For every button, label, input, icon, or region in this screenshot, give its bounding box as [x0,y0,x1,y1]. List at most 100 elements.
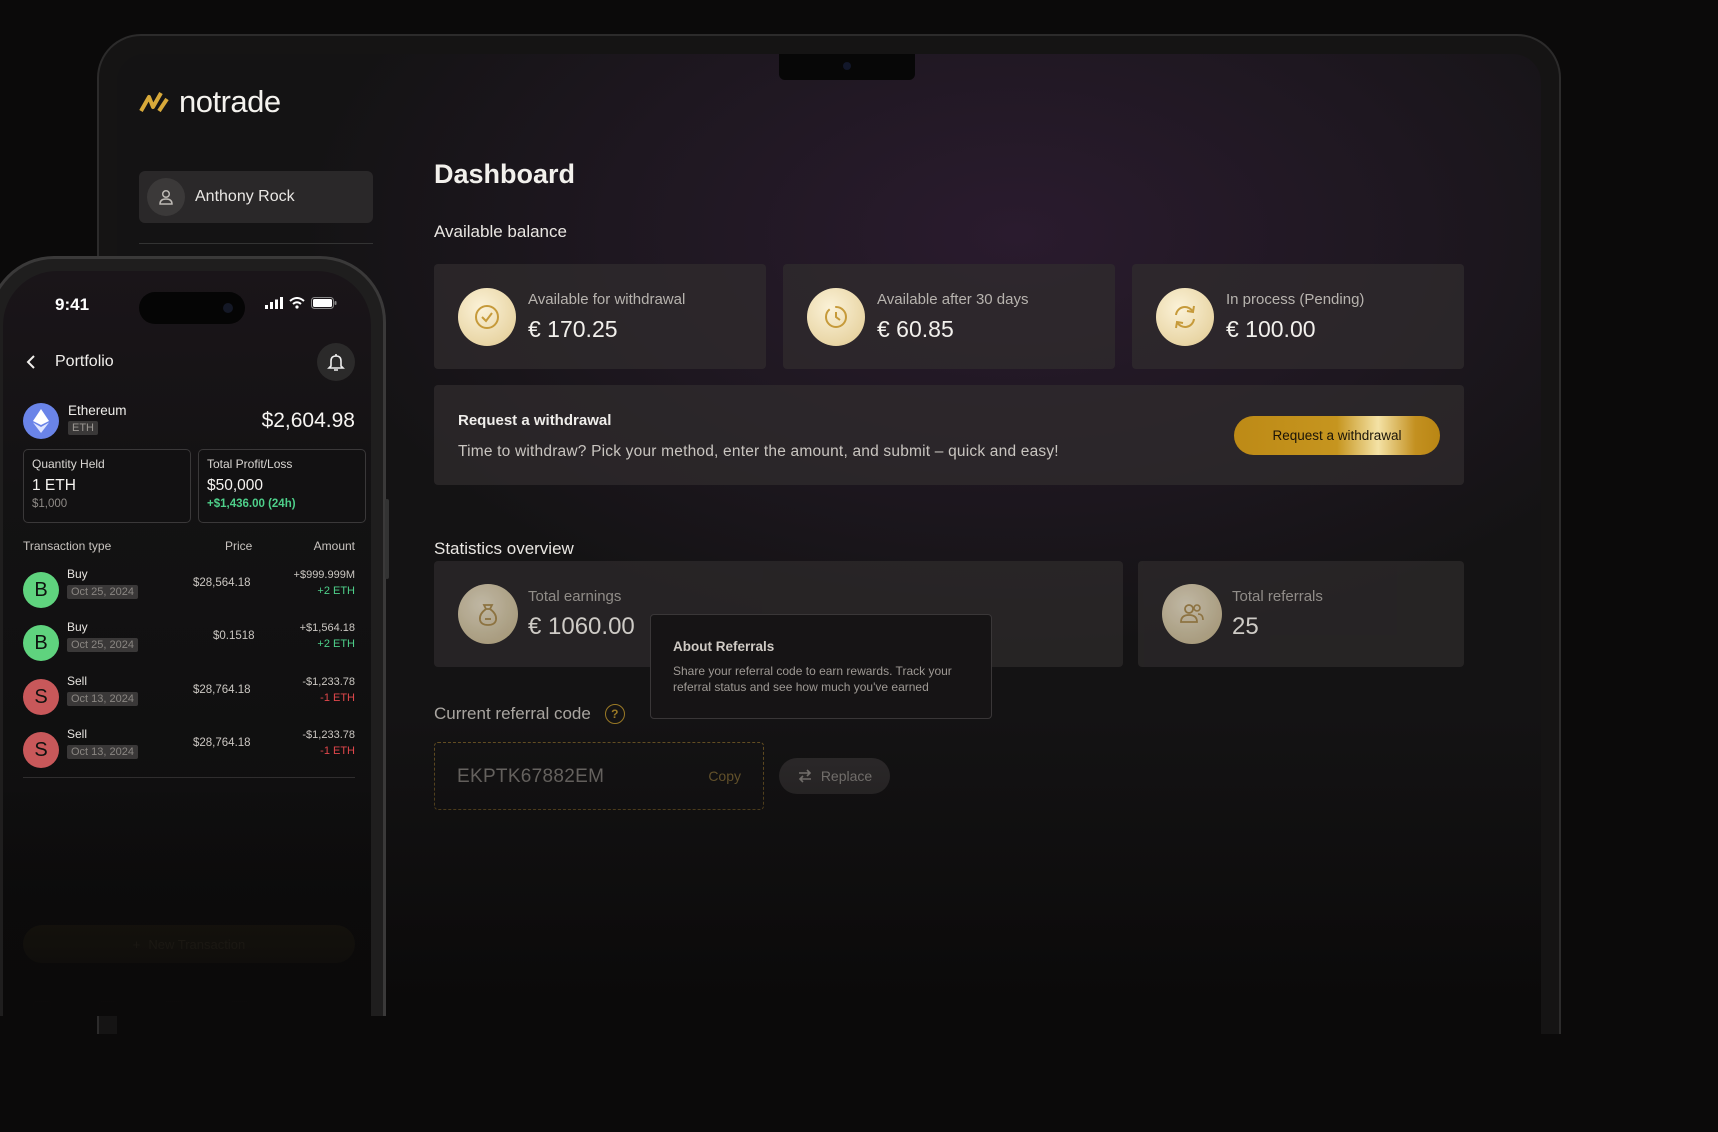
buy-avatar: B [23,572,59,608]
copy-button[interactable]: Copy [708,768,741,784]
referrals-tooltip: About Referrals Share your referral code… [650,614,992,719]
referral-label-text: Current referral code [434,704,591,723]
tab-profile-icon[interactable] [231,1001,249,1015]
tooltip-title: About Referrals [673,639,775,654]
brand-name: notrade [179,84,281,119]
referral-code-box: EKPTK67882EM Copy [434,742,764,810]
available-balance-title: Available balance [434,222,567,241]
stat-label: Total earnings [528,587,622,605]
tx-delta: +2 ETH [317,585,355,597]
statistics-title: Statistics overview [434,539,574,558]
tx-date: Oct 13, 2024 [67,745,138,759]
balance-value: € 60.85 [877,315,954,342]
replace-label: Replace [820,768,873,784]
back-icon[interactable] [25,353,37,371]
header-amount: Amount [313,539,355,553]
new-transaction-button[interactable]: + New Transaction [23,925,355,963]
quantity-label: Quantity Held [32,457,105,471]
replace-button[interactable]: Replace [779,758,890,794]
tx-amount: +$1,564.18 [299,622,355,634]
balance-card-withdrawal: Available for withdrawal € 170.25 [434,264,766,369]
camera-icon [843,62,851,70]
bottom-tab-bar [33,1001,341,1015]
dynamic-island [139,292,245,324]
tx-price: $28,764.18 [193,737,251,749]
asset-value: $2,604.98 [261,409,355,432]
balance-value: € 170.25 [528,315,618,342]
phone-header: Portfolio [3,343,371,383]
header-type: Transaction type [23,539,112,553]
swap-icon [798,769,811,783]
tx-delta: +2 ETH [317,638,355,650]
new-transaction-label: New Transaction [148,936,246,952]
tooltip-text: Share your referral code to earn rewards… [673,664,952,694]
tx-amount: +$999.999M [293,569,355,581]
signal-icon [265,297,283,309]
laptop-notch [779,54,915,80]
withdrawal-title: Request a withdrawal [458,412,612,429]
stat-value: 25 [1232,612,1259,640]
tx-price: $28,564.18 [193,577,251,589]
battery-icon [311,297,337,309]
request-withdrawal-button[interactable]: Request a withdrawal [1234,416,1440,455]
tab-chart-icon[interactable] [33,1001,51,1015]
tab-home-icon[interactable] [99,1001,117,1015]
phone-screen: 9:41 Portfolio Ethereum ETH $2,604.98 Qu… [3,271,371,1016]
phone-frame: 9:41 Portfolio Ethereum ETH $2,604.98 Qu… [0,256,389,1016]
balance-label: In process (Pending) [1226,290,1365,308]
tx-type: Sell [67,727,88,741]
phone-page-title: Portfolio [55,353,114,370]
stat-card-referrals: Total referrals 25 [1138,561,1464,667]
transaction-row[interactable]: B Buy Oct 25, 2024 $0.1518 +$1,564.18 +2… [23,620,355,666]
referral-code-label: Current referral code ? [434,704,625,724]
brand-logo[interactable]: notrade [139,84,281,120]
tx-date: Oct 25, 2024 [67,585,138,599]
sidebar-divider [139,243,373,244]
check-circle-icon [458,287,516,346]
user-profile-button[interactable]: Anthony Rock [139,171,373,223]
user-name: Anthony Rock [195,188,295,205]
bell-icon[interactable] [317,343,355,381]
balance-card-pending: In process (Pending) € 100.00 [1132,264,1464,369]
profit-loss-card: Total Profit/Loss $50,000 +$1,436.00 (24… [198,449,366,523]
plus-icon: + [132,936,141,952]
status-bar: 9:41 [3,292,371,324]
logo-mark-icon [139,92,169,113]
profit-label: Total Profit/Loss [207,457,293,471]
transactions-header: Transaction type Price Amount [23,539,355,555]
sell-avatar: S [23,732,59,768]
transaction-row[interactable]: B Buy Oct 25, 2024 $28,564.18 +$999.999M… [23,567,355,613]
list-divider [23,777,355,778]
balance-label: Available for withdrawal [528,290,686,308]
money-bag-icon [458,584,518,644]
stat-label: Total referrals [1232,587,1323,605]
profit-value: $50,000 [207,477,264,494]
tx-type: Sell [67,674,88,688]
sell-avatar: S [23,679,59,715]
withdrawal-description: Time to withdraw? Pick your method, ente… [458,443,1059,460]
tab-wallet-icon[interactable] [165,1001,183,1015]
transaction-row[interactable]: S Sell Oct 13, 2024 $28,764.18 -$1,233.7… [23,727,355,773]
quantity-held-card: Quantity Held 1 ETH $1,000 [23,449,191,523]
tx-type: Buy [67,620,88,634]
header-price: Price [225,539,253,553]
ethereum-icon [23,403,59,439]
tx-price: $28,764.18 [193,684,251,696]
balance-value: € 100.00 [1226,315,1316,342]
quantity-value: 1 ETH [32,477,76,494]
stat-value: € 1060.00 [528,612,635,640]
tx-delta: -1 ETH [320,692,355,704]
balance-card-30-days: Available after 30 days € 60.85 [783,264,1115,369]
tx-amount: -$1,233.78 [302,676,355,688]
transaction-row[interactable]: S Sell Oct 13, 2024 $28,764.18 -$1,233.7… [23,674,355,720]
tx-delta: -1 ETH [320,745,355,757]
profit-change: +$1,436.00 (24h) [207,498,296,510]
tx-amount: -$1,233.78 [302,729,355,741]
referral-code: EKPTK67882EM [457,766,605,787]
buy-avatar: B [23,625,59,661]
asset-symbol: ETH [68,421,98,435]
help-icon[interactable]: ? [604,704,625,724]
users-icon [1162,584,1222,644]
withdrawal-card: Request a withdrawal Time to withdraw? P… [434,385,1464,485]
asset-summary: Ethereum ETH $2,604.98 [23,401,355,441]
